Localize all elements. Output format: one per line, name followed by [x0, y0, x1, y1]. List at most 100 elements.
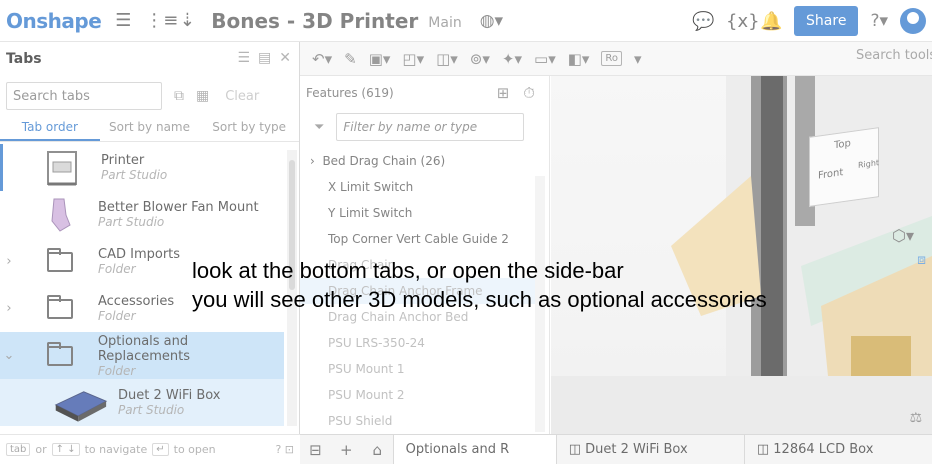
feature-item[interactable]: Top Corner Vert Cable Guide 2 — [300, 226, 536, 252]
rollback-timer-icon[interactable]: ⏱ — [523, 84, 535, 102]
tabs-title: Tabs — [6, 51, 42, 67]
menu-icon[interactable]: ☰ — [113, 10, 133, 31]
notifications-icon[interactable]: 🔔 — [760, 11, 782, 32]
tabs-header-icons: ☰ ▤ ✕ — [237, 50, 291, 66]
tabs-search-row: ⧉ ▦ Clear — [0, 76, 299, 116]
duet-box-thumbnail — [52, 383, 108, 423]
3d-viewport[interactable]: Top Front Right ⬡▾ ⧈ ⚖ — [551, 76, 932, 434]
branch-label[interactable]: Main — [428, 15, 461, 31]
search-tools-input[interactable]: Search tools — [856, 48, 932, 63]
folder-icon — [47, 247, 73, 272]
tab-item-type: Part Studio — [118, 403, 185, 417]
tabs-header: Tabs ☰ ▤ ✕ — [0, 42, 299, 76]
tab-duet-box[interactable]: ◫ Duet 2 WiFi Box — [555, 434, 744, 464]
part-studio-icon: ◫ — [568, 441, 586, 457]
tab-item-type: Part Studio — [98, 215, 165, 229]
tabs-footer: tab or ↑ ↓ to navigate ↵ to open ? ⊡ — [0, 434, 300, 464]
plane-icon[interactable]: ▭▾ — [534, 50, 556, 68]
tab-item-optionals[interactable]: ⌄ Optionals and Replacements Folder — [0, 332, 284, 379]
filter-input[interactable] — [336, 113, 525, 141]
boolean-icon[interactable]: ⊚▾ — [470, 50, 490, 68]
help-icon[interactable]: ? ⊡ — [275, 443, 294, 456]
tab-lcd-box[interactable]: ◫ 12864 LCD Box — [743, 434, 932, 464]
list-view-icon[interactable]: ☰ — [237, 50, 250, 66]
view-cube[interactable]: Top Front Right — [809, 127, 879, 207]
feature-item[interactable]: PSU Shield — [300, 408, 536, 434]
feature-toolbar: ↶▾ ✎ ▣▾ ◰▾ ◫▾ ⊚▾ ✦▾ ▭▾ ◧▾ Ro ▾ Search to… — [300, 42, 932, 76]
tutorial-caption: look at the bottom tabs, or open the sid… — [192, 256, 767, 314]
globe-icon[interactable]: ◍▾ — [480, 11, 503, 31]
tab-item-blower-fan-mount[interactable]: Better Blower Fan Mount Part Studio — [0, 191, 284, 238]
measure-icon[interactable]: ⚖ — [909, 410, 922, 426]
sort-by-name[interactable]: Sort by name — [100, 116, 200, 141]
tab-optionals[interactable]: Optionals and R — [392, 434, 556, 464]
onshape-logo[interactable]: Onshape — [6, 9, 102, 33]
insert-icon[interactable]: ⇣ — [177, 10, 197, 31]
view-options-icon[interactable]: ⬡▾ — [892, 226, 914, 245]
chevron-down-icon[interactable]: ⌄ — [0, 348, 18, 363]
tab-item-type: Part Studio — [101, 168, 168, 182]
tab-key: tab — [6, 443, 31, 456]
tab-manager-icon[interactable]: ⊟ — [300, 441, 331, 459]
filter-icon[interactable]: ⏷ — [314, 120, 324, 135]
part-studio-icon: ◫ — [756, 441, 774, 457]
folder-icon — [46, 341, 73, 366]
display-icon[interactable]: ⧈ — [917, 252, 926, 268]
view-cube-top[interactable]: Top — [834, 138, 851, 151]
clear-button[interactable]: Clear — [225, 89, 259, 104]
chevron-right-icon: › — [310, 154, 323, 168]
sort-by-type[interactable]: Sort by type — [199, 116, 299, 141]
help-icon[interactable]: ?▾ — [870, 11, 888, 31]
feature-item[interactable]: PSU LRS-350-24 — [300, 330, 536, 356]
bottom-tab-bar: ⊟ + ⌂ Optionals and R ◫ Duet 2 WiFi Box … — [300, 434, 932, 464]
mirror-icon[interactable]: ◧▾ — [568, 50, 590, 68]
transform-icon[interactable]: ✦▾ — [502, 50, 522, 68]
sort-row: Tab order Sort by name Sort by type — [0, 116, 299, 142]
extrude-icon[interactable]: ▣▾ — [369, 50, 391, 68]
fan-mount-thumbnail — [32, 195, 88, 235]
view-cube-front[interactable]: Front — [818, 167, 843, 182]
tab-item-printer[interactable]: Printer Part Studio — [0, 144, 284, 191]
new-folder-icon[interactable]: ⊞ — [497, 84, 510, 102]
tab-item-label: Better Blower Fan Mount — [98, 200, 259, 215]
part-studio-filter-icon[interactable]: ⧉ — [174, 88, 184, 104]
or-label: or — [35, 443, 47, 456]
comments-icon[interactable]: 💬 — [692, 11, 714, 32]
folder-icon — [47, 294, 73, 319]
view-cube-right[interactable]: Right — [858, 158, 879, 170]
fillet-icon[interactable]: ◰▾ — [402, 50, 424, 68]
variables-icon[interactable]: {x} — [726, 11, 760, 32]
feature-item[interactable]: Y Limit Switch — [300, 200, 536, 226]
tab-order-sort[interactable]: Tab order — [0, 116, 100, 141]
open-label: to open — [173, 443, 216, 456]
avatar[interactable] — [900, 8, 926, 34]
tab-item-type: Folder — [98, 309, 136, 323]
search-tabs-input[interactable] — [6, 82, 162, 110]
assembly-filter-icon[interactable]: ▦ — [196, 88, 209, 104]
top-bar-right: 💬 {x} 🔔 Share ?▾ — [678, 0, 932, 42]
shell-icon[interactable]: ◫▾ — [436, 50, 458, 68]
close-icon[interactable]: ✕ — [279, 50, 291, 66]
add-tab-icon[interactable]: + — [331, 441, 362, 459]
share-button[interactable]: Share — [794, 6, 859, 36]
caption-line-2: you will see other 3D models, such as op… — [192, 287, 767, 312]
tab-item-duet-box[interactable]: Duet 2 WiFi Box Part Studio — [0, 379, 284, 426]
tab-item-label: Duet 2 WiFi Box — [118, 388, 221, 403]
home-icon[interactable]: ⌂ — [362, 441, 393, 459]
tabs-panel: Tabs ☰ ▤ ✕ ⧉ ▦ Clear Tab order Sort by n… — [0, 42, 300, 464]
feature-list-icon[interactable]: ⋮≡ — [145, 10, 178, 31]
tab-item-label: Accessories — [98, 294, 175, 309]
document-title[interactable]: Bones - 3D Printer — [211, 9, 418, 33]
chevron-right-icon[interactable]: › — [0, 301, 18, 316]
printer-thumbnail — [35, 148, 91, 188]
top-bar: Onshape ☰ ⋮≡ ⇣ Bones - 3D Printer Main ◍… — [0, 0, 932, 42]
undo-icon[interactable]: ↶▾ — [312, 50, 332, 68]
detail-view-icon[interactable]: ▤ — [258, 50, 271, 66]
tab-item-label: CAD Imports — [98, 247, 181, 262]
chevron-right-icon[interactable]: › — [0, 254, 18, 269]
feature-item[interactable]: X Limit Switch — [300, 174, 536, 200]
feature-group[interactable]: › Bed Drag Chain (26) — [300, 148, 536, 174]
feature-item[interactable]: PSU Mount 1 — [300, 356, 536, 382]
feature-item[interactable]: PSU Mount 2 — [300, 382, 536, 408]
sketch-icon[interactable]: ✎ — [344, 50, 357, 68]
